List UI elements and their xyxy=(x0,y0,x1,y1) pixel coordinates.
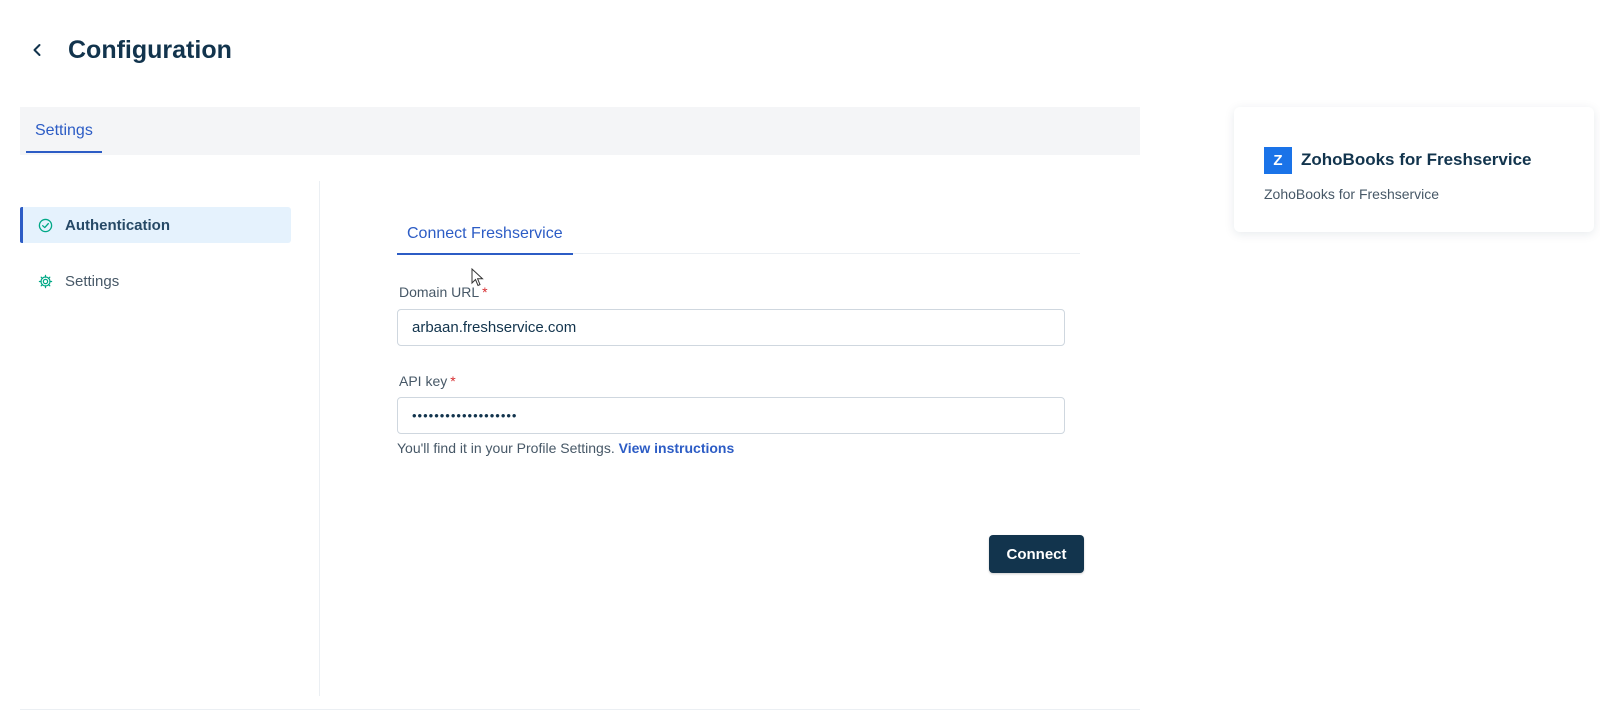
sidebar-item-authentication[interactable]: Authentication xyxy=(20,207,291,243)
api-key-hint: You'll find it in your Profile Settings.… xyxy=(397,440,735,456)
chevron-left-icon xyxy=(33,44,41,56)
check-circle-icon xyxy=(38,218,53,233)
app-name: ZohoBooks for Freshservice xyxy=(1301,150,1532,169)
gear-icon xyxy=(38,274,53,289)
app-subtitle: ZohoBooks for Freshservice xyxy=(1264,186,1440,202)
sidebar-item-label: Authentication xyxy=(65,216,170,234)
sidebar-nav: Authentication Settings xyxy=(20,181,320,696)
view-instructions-link[interactable]: View instructions xyxy=(619,440,735,456)
top-tab-bar: Settings xyxy=(20,107,1140,155)
api-key-input[interactable] xyxy=(397,397,1065,434)
sidebar-item-label: Settings xyxy=(65,272,120,290)
api-key-label: API key * xyxy=(399,373,456,389)
content-tab-bar: Connect Freshservice xyxy=(397,214,1080,255)
zohobooks-logo: Z xyxy=(1264,147,1292,174)
domain-url-input[interactable] xyxy=(397,309,1065,346)
back-button[interactable] xyxy=(26,38,48,62)
required-mark: * xyxy=(450,373,456,389)
tab-connect-freshservice[interactable]: Connect Freshservice xyxy=(397,214,573,255)
page-title: Configuration xyxy=(68,36,232,64)
connect-button[interactable]: Connect xyxy=(989,535,1084,573)
mouse-cursor-icon xyxy=(471,268,484,287)
app-info-card: Z ZohoBooks for Freshservice ZohoBooks f… xyxy=(1234,107,1594,232)
sidebar-item-settings[interactable]: Settings xyxy=(20,263,291,299)
tab-settings[interactable]: Settings xyxy=(26,107,102,155)
divider xyxy=(20,709,1140,710)
